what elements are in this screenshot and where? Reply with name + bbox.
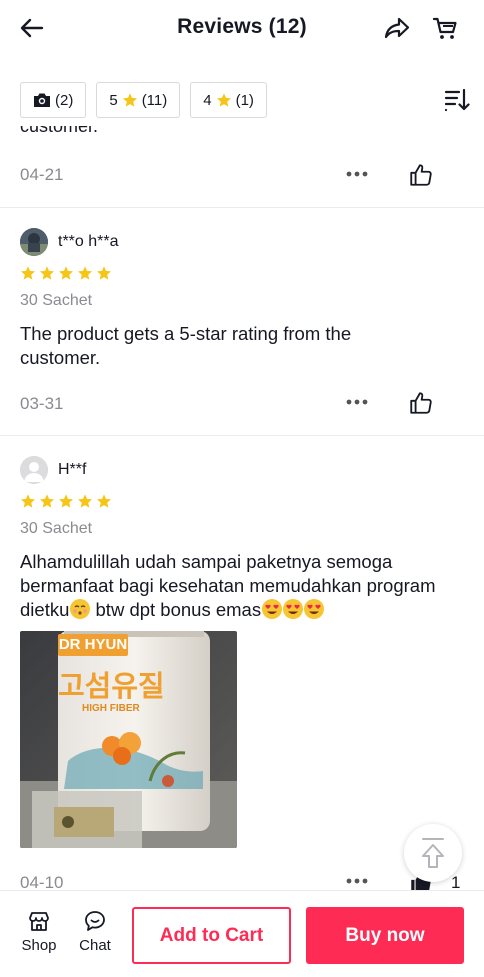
kissing-emoji-icon (70, 599, 91, 619)
thumbs-up-icon[interactable] (408, 390, 434, 416)
shop-label: Shop (21, 937, 57, 954)
photo-korean-label: 고섬유질 (58, 669, 165, 703)
review-date: 04-10 (20, 873, 64, 890)
star-icon (216, 93, 231, 107)
divider (0, 207, 484, 208)
more-options-icon[interactable] (345, 170, 369, 178)
avatar[interactable] (20, 456, 48, 484)
star-icon (122, 93, 137, 107)
photo-sub-label: HIGH FIBER (82, 703, 140, 714)
more-options-icon[interactable] (345, 398, 369, 406)
photo-brand-label: DR HYUN (58, 634, 128, 656)
scroll-to-top-button[interactable] (404, 824, 462, 882)
avatar[interactable] (20, 228, 48, 256)
review-date: 03-31 (20, 394, 64, 413)
star-icon (21, 494, 35, 508)
page-title: Reviews (12) (177, 15, 307, 38)
filter-chip-label: (1) (235, 91, 254, 109)
star-icon (78, 494, 92, 508)
heart-eyes-emoji-icon (283, 599, 304, 619)
star-icon (78, 266, 92, 280)
filter-chip-photos[interactable]: (2) (20, 82, 87, 118)
review-text-line: Alhamdulillah udah sampai paketnya semog… (20, 551, 393, 572)
arrow-up-icon (422, 838, 444, 868)
cart-icon[interactable] (431, 14, 459, 42)
camera-icon (34, 93, 50, 107)
add-to-cart-button[interactable]: Add to Cart (132, 907, 291, 964)
star-icon (97, 266, 111, 280)
star-rating (20, 493, 112, 509)
review-text: The product gets a 5-star rating from th… (20, 323, 352, 368)
filter-chip-4-star[interactable]: 4 (1) (190, 82, 267, 118)
reviewer-name: H**f (58, 461, 87, 478)
sort-icon[interactable] (444, 88, 470, 112)
star-rating (20, 265, 112, 281)
review-text-segment: btw dpt bonus emas (90, 599, 262, 620)
filter-chip-label: (2) (55, 91, 74, 109)
variant-label: 30 Sachet (20, 292, 93, 309)
bottom-action-bar: Shop Chat Add to Cart Buy now (0, 890, 484, 977)
filter-chip-value: 5 (109, 91, 118, 109)
header: Reviews (12) (0, 0, 484, 60)
reviews-list[interactable]: customer. 04-21 t**o h**a 30 Sachet The … (0, 0, 484, 890)
chat-icon (85, 911, 105, 931)
share-icon[interactable] (383, 14, 411, 42)
heart-eyes-emoji-icon (262, 599, 283, 619)
star-icon (40, 266, 54, 280)
buy-now-button[interactable]: Buy now (306, 907, 464, 964)
more-options-icon[interactable] (345, 877, 369, 885)
star-icon (59, 266, 73, 280)
shop-icon (29, 912, 49, 931)
chat-label: Chat (79, 937, 111, 954)
star-icon (40, 494, 54, 508)
review-date: 04-21 (20, 165, 64, 184)
review-text-line: bermanfaat bagi kesehatan memudahkan pro… (20, 575, 436, 596)
filter-chip-label: (11) (141, 91, 168, 109)
chat-button[interactable]: Chat (73, 909, 117, 954)
star-icon (97, 494, 111, 508)
review-text: Alhamdulillah udah sampai paketnya semog… (20, 550, 470, 622)
like-count: 1 (451, 873, 461, 890)
filter-chips: (2) 5 (11) 4 (1) (20, 82, 267, 118)
thumbs-up-icon[interactable] (408, 162, 434, 188)
shop-button[interactable]: Shop (17, 909, 61, 954)
variant-label: 30 Sachet (20, 520, 93, 537)
star-icon (21, 266, 35, 280)
review-text-segment: dietku (20, 599, 70, 620)
filter-chip-value: 4 (203, 91, 212, 109)
review-photo[interactable]: DR HYUN 고섬유질 HIGH FIBER (20, 631, 237, 848)
reviewer-name: t**o h**a (58, 233, 119, 250)
divider (0, 435, 484, 436)
review-text-line: dietku btw dpt bonus emas (20, 598, 470, 622)
star-icon (59, 494, 73, 508)
filter-chip-5-star[interactable]: 5 (11) (96, 82, 181, 118)
heart-eyes-emoji-icon (304, 599, 325, 619)
